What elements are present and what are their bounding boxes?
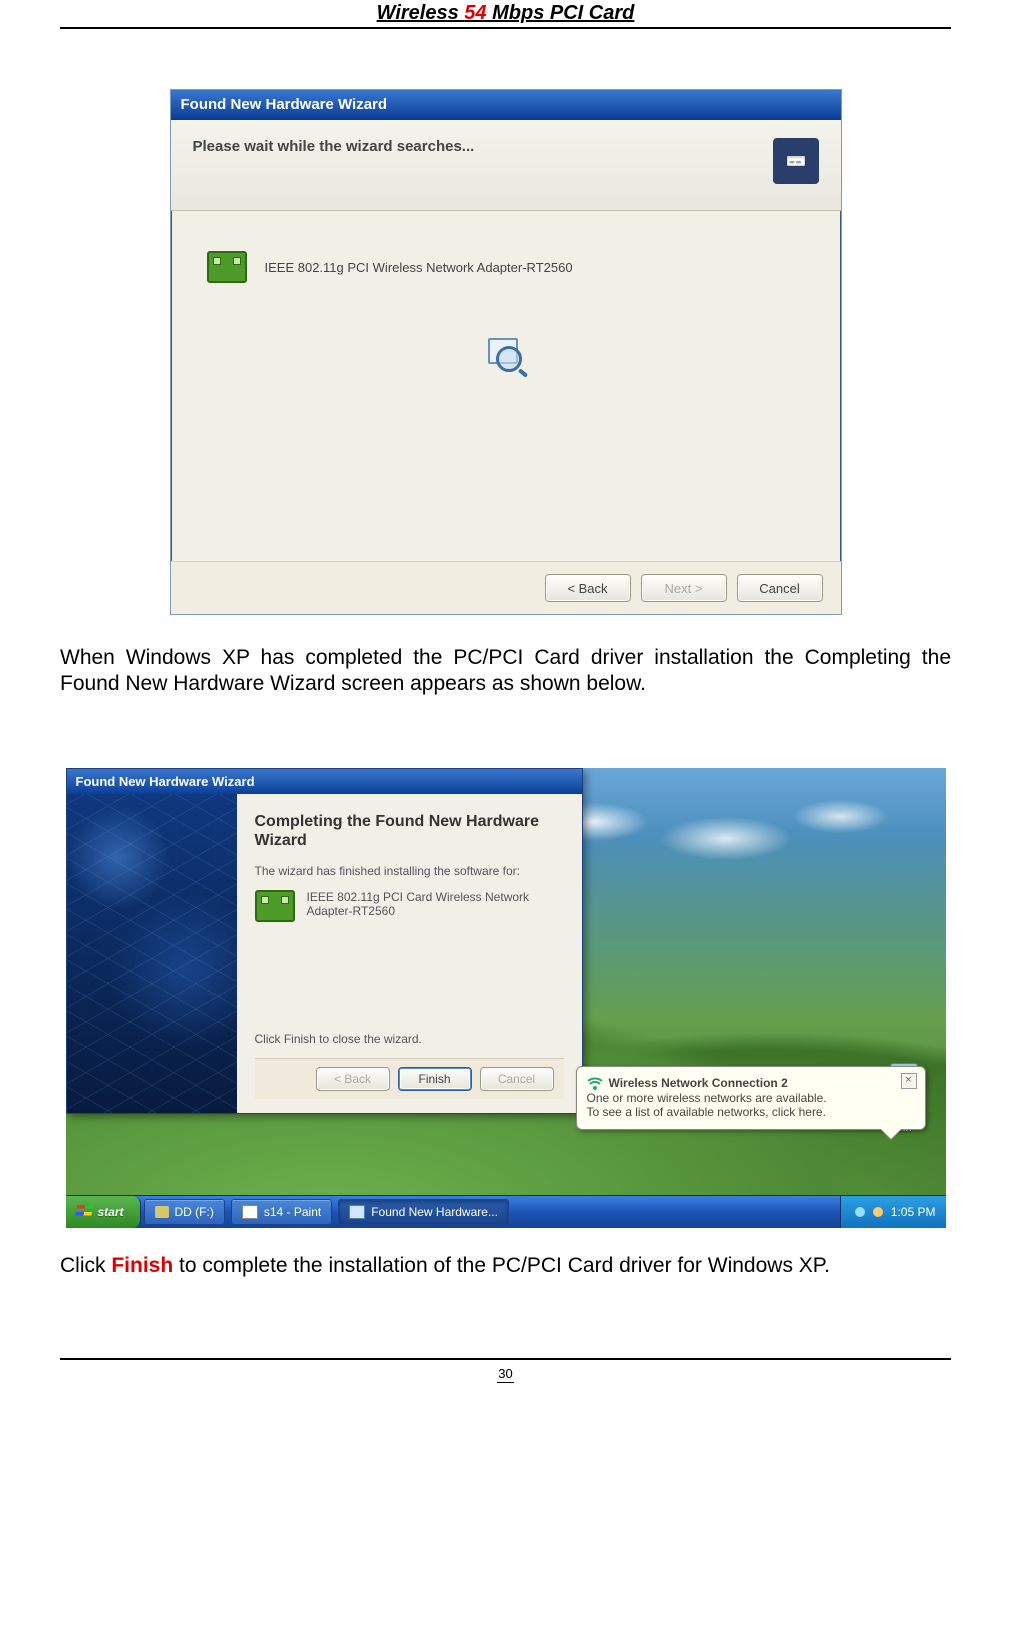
start-button[interactable]: start [66,1196,141,1228]
wizard-complete-heading: Completing the Found New Hardware Wizard [255,812,564,850]
desktop-screenshot: Recycle Bin Found New Hardware Wizard Co… [66,768,946,1228]
doc-header-post: Mbps PCI Card [487,2,635,24]
network-adapter-icon [255,890,295,922]
network-adapter-icon [207,251,247,283]
wizard-searching-text: Please wait while the wizard searches... [193,138,475,155]
instruction-pre: Click [60,1254,111,1277]
taskbar-item-label: DD (F:) [175,1205,214,1219]
finish-button[interactable]: Finish [398,1067,472,1091]
balloon-close-button[interactable]: × [901,1073,917,1089]
wizard-footline: Click Finish to close the wizard. [255,1032,564,1046]
balloon-title: Wireless Network Connection 2 [609,1076,788,1090]
balloon-line2: To see a list of available networks, cli… [587,1105,915,1119]
doc-header: Wireless 54 Mbps PCI Card [60,0,951,29]
cancel-button[interactable]: Cancel [737,574,823,602]
wizard-searching-dialog: Found New Hardware Wizard Please wait wh… [170,89,842,615]
folder-icon [155,1206,169,1218]
dialog-titlebar: Found New Hardware Wizard [171,90,841,120]
back-button: < Back [316,1067,390,1091]
wizard-icon [349,1205,365,1219]
device-name: IEEE 802.11g PCI Wireless Network Adapte… [265,260,573,275]
taskbar-item-folder[interactable]: DD (F:) [144,1199,225,1225]
paragraph-1: When Windows XP has completed the PC/PCI… [60,645,951,698]
dialog-header: Please wait while the wizard searches... [171,120,841,211]
system-tray[interactable]: 1:05 PM [840,1196,946,1228]
back-button[interactable]: < Back [545,574,631,602]
taskbar-item-wizard[interactable]: Found New Hardware... [338,1199,509,1225]
dialog-titlebar: Found New Hardware Wizard [67,769,582,794]
page-footer: 30 [60,1358,951,1389]
doc-header-pre: Wireless [377,2,465,24]
wireless-icon [587,1075,603,1091]
instruction-line: Click Finish to complete the installatio… [60,1254,951,1278]
taskbar: start DD (F:) s14 - Paint Found New Hard… [66,1195,946,1228]
searching-animation-icon [207,338,805,374]
taskbar-item-label: Found New Hardware... [371,1205,498,1219]
doc-header-hl: 54 [464,2,486,24]
wizard-side-banner [67,794,237,1113]
balloon-line1: One or more wireless networks are availa… [587,1091,915,1105]
page-number: 30 [497,1366,513,1383]
hardware-banner-icon [773,138,819,184]
instruction-post: to complete the installation of the PC/P… [173,1254,830,1277]
instruction-action: Finish [111,1254,173,1277]
wizard-complete-subtext: The wizard has finished installing the s… [255,864,564,878]
paint-icon [242,1205,258,1219]
wizard-complete-dialog: Found New Hardware Wizard Completing the… [66,768,583,1114]
taskbar-item-label: s14 - Paint [264,1205,321,1219]
start-label: start [98,1205,124,1219]
tray-icon[interactable] [873,1207,883,1217]
cancel-button: Cancel [480,1067,554,1091]
next-button: Next > [641,574,727,602]
tray-icon[interactable] [855,1207,865,1217]
taskbar-item-paint[interactable]: s14 - Paint [231,1199,332,1225]
taskbar-clock: 1:05 PM [891,1205,936,1219]
windows-logo-icon [74,1205,92,1219]
wireless-balloon-tooltip[interactable]: × Wireless Network Connection 2 One or m… [576,1066,926,1130]
device-name: IEEE 802.11g PCI Card Wireless Network A… [307,890,564,918]
